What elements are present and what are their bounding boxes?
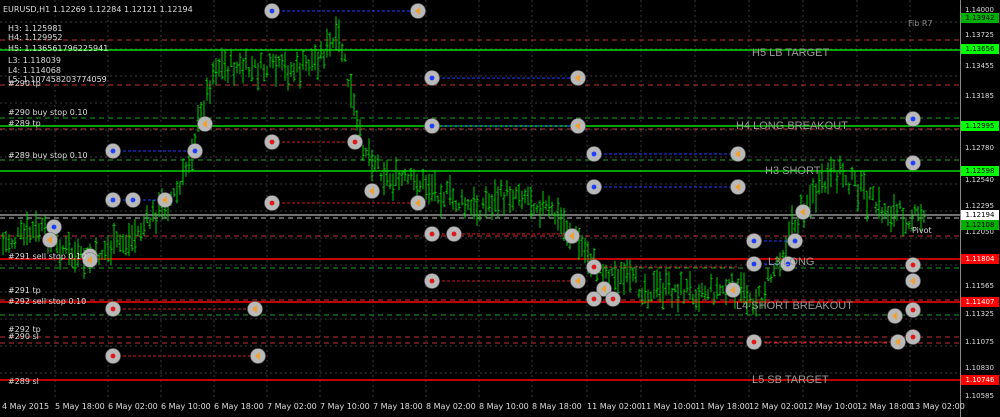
sell-dot-icon: [429, 278, 435, 284]
order-label: #289 tp: [8, 119, 41, 128]
time-label: 12 May 10:00: [803, 402, 858, 411]
buy-dot-icon: [751, 238, 757, 244]
level-name-label: H5 LB TARGET: [752, 47, 830, 59]
price-chart[interactable]: [0, 0, 960, 400]
time-label: 8 May 18:00: [532, 402, 582, 411]
order-label: #290 tp: [8, 79, 41, 88]
level-name-label: L4 SHORT BREAKOUT: [736, 300, 853, 312]
time-label: 11 May 10:00: [641, 402, 696, 411]
pivot-label: Pivot: [912, 226, 932, 235]
time-label: 11 May 18:00: [695, 402, 750, 411]
time-label: 12 May 18:00: [857, 402, 912, 411]
price-tag: 1.12194: [961, 210, 999, 220]
sell-dot-icon: [451, 231, 457, 237]
price-tick: 1.11075: [965, 338, 994, 346]
sell-dot-icon: [910, 307, 916, 313]
price-tick: 1.10585: [965, 392, 994, 400]
order-label: #289 sl: [8, 377, 39, 386]
price-tag: 1.13942: [961, 13, 999, 23]
buy-dot-icon: [591, 151, 597, 157]
sell-dot-icon: [110, 306, 116, 312]
buy-dot-icon: [910, 160, 916, 166]
buy-dot-icon: [110, 148, 116, 154]
level-info-line: H4: 1.129952: [8, 33, 63, 42]
order-label: #291 sell stop 0.10: [8, 252, 87, 261]
price-tag: 1.11407: [961, 297, 999, 307]
buy-dot-icon: [110, 197, 116, 203]
buy-dot-icon: [192, 148, 198, 154]
time-label: 8 May 10:00: [479, 402, 529, 411]
level-info-line: H3: 1.125981: [8, 24, 63, 33]
price-tag: 1.11804: [961, 254, 999, 264]
sell-dot-icon: [591, 296, 597, 302]
sell-dot-icon: [429, 231, 435, 237]
sell-dot-icon: [269, 200, 275, 206]
order-label: #290 sl: [8, 332, 39, 341]
price-tag: 1.13656: [961, 44, 999, 54]
price-tag: 1.10746: [961, 375, 999, 385]
time-label: 12 May 02:00: [749, 402, 804, 411]
time-label: 7 May 10:00: [320, 402, 370, 411]
price-tick: 1.12295: [965, 202, 994, 210]
level-info-line: H5: 1.136561796225941: [8, 44, 109, 53]
buy-dot-icon: [792, 238, 798, 244]
order-label: #291 tp: [8, 286, 41, 295]
axis-border: [960, 0, 961, 417]
buy-dot-icon: [130, 197, 136, 203]
sell-dot-icon: [352, 139, 358, 145]
time-label: 5 May 18:00: [55, 402, 105, 411]
level-info-line: L4: 1.114068: [8, 66, 61, 75]
time-label: 6 May 02:00: [108, 402, 158, 411]
order-label: #290 buy stop 0.10: [8, 108, 88, 117]
symbol-info: EURUSD,H1 1.12269 1.12284 1.12121 1.1219…: [3, 5, 193, 14]
price-tag: 1.12598: [961, 166, 999, 176]
time-label: 13 May 02:00: [910, 402, 965, 411]
fib-r7-label: Fib R7: [908, 19, 933, 28]
buy-dot-icon: [751, 261, 757, 267]
price-tick: 1.11565: [965, 282, 994, 290]
level-name-label: L3 LONG: [768, 256, 815, 268]
price-tag: 1.12108: [961, 220, 999, 230]
price-tick: 1.12780: [965, 144, 994, 152]
time-label: 7 May 02:00: [267, 402, 317, 411]
price-tick: 1.13185: [965, 92, 994, 100]
sell-dot-icon: [610, 296, 616, 302]
order-label: #292 sell stop 0.10: [8, 297, 87, 306]
time-label: 6 May 18:00: [214, 402, 264, 411]
sell-dot-icon: [269, 139, 275, 145]
level-name-label: L5 SB TARGET: [752, 374, 829, 386]
order-label: #289 buy stop 0.10: [8, 151, 88, 160]
sell-dot-icon: [910, 262, 916, 268]
level-name-label: H3 SHORT: [765, 165, 821, 177]
level-name-label: H4 LONG BREAKOUT: [736, 120, 848, 132]
time-label: 4 May 2015: [2, 402, 50, 411]
price-tick: 1.11325: [965, 310, 994, 318]
time-label: 8 May 02:00: [426, 402, 476, 411]
sell-dot-icon: [110, 353, 116, 359]
level-info-line: L3: 1.118039: [8, 56, 61, 65]
buy-dot-icon: [429, 75, 435, 81]
time-label: 11 May 02:00: [587, 402, 642, 411]
buy-dot-icon: [51, 224, 57, 230]
sell-dot-icon: [910, 334, 916, 340]
buy-dot-icon: [910, 116, 916, 122]
buy-dot-icon: [429, 123, 435, 129]
time-label: 7 May 18:00: [373, 402, 423, 411]
price-tick: 1.10830: [965, 364, 994, 372]
price-tick: 1.12540: [965, 176, 994, 184]
buy-dot-icon: [591, 184, 597, 190]
sell-dot-icon: [751, 339, 757, 345]
price-tick: 1.13725: [965, 31, 994, 39]
price-tag: 1.12995: [961, 121, 999, 131]
price-tick: 1.13455: [965, 62, 994, 70]
buy-dot-icon: [269, 8, 275, 14]
time-label: 6 May 10:00: [161, 402, 211, 411]
sell-dot-icon: [591, 264, 597, 270]
